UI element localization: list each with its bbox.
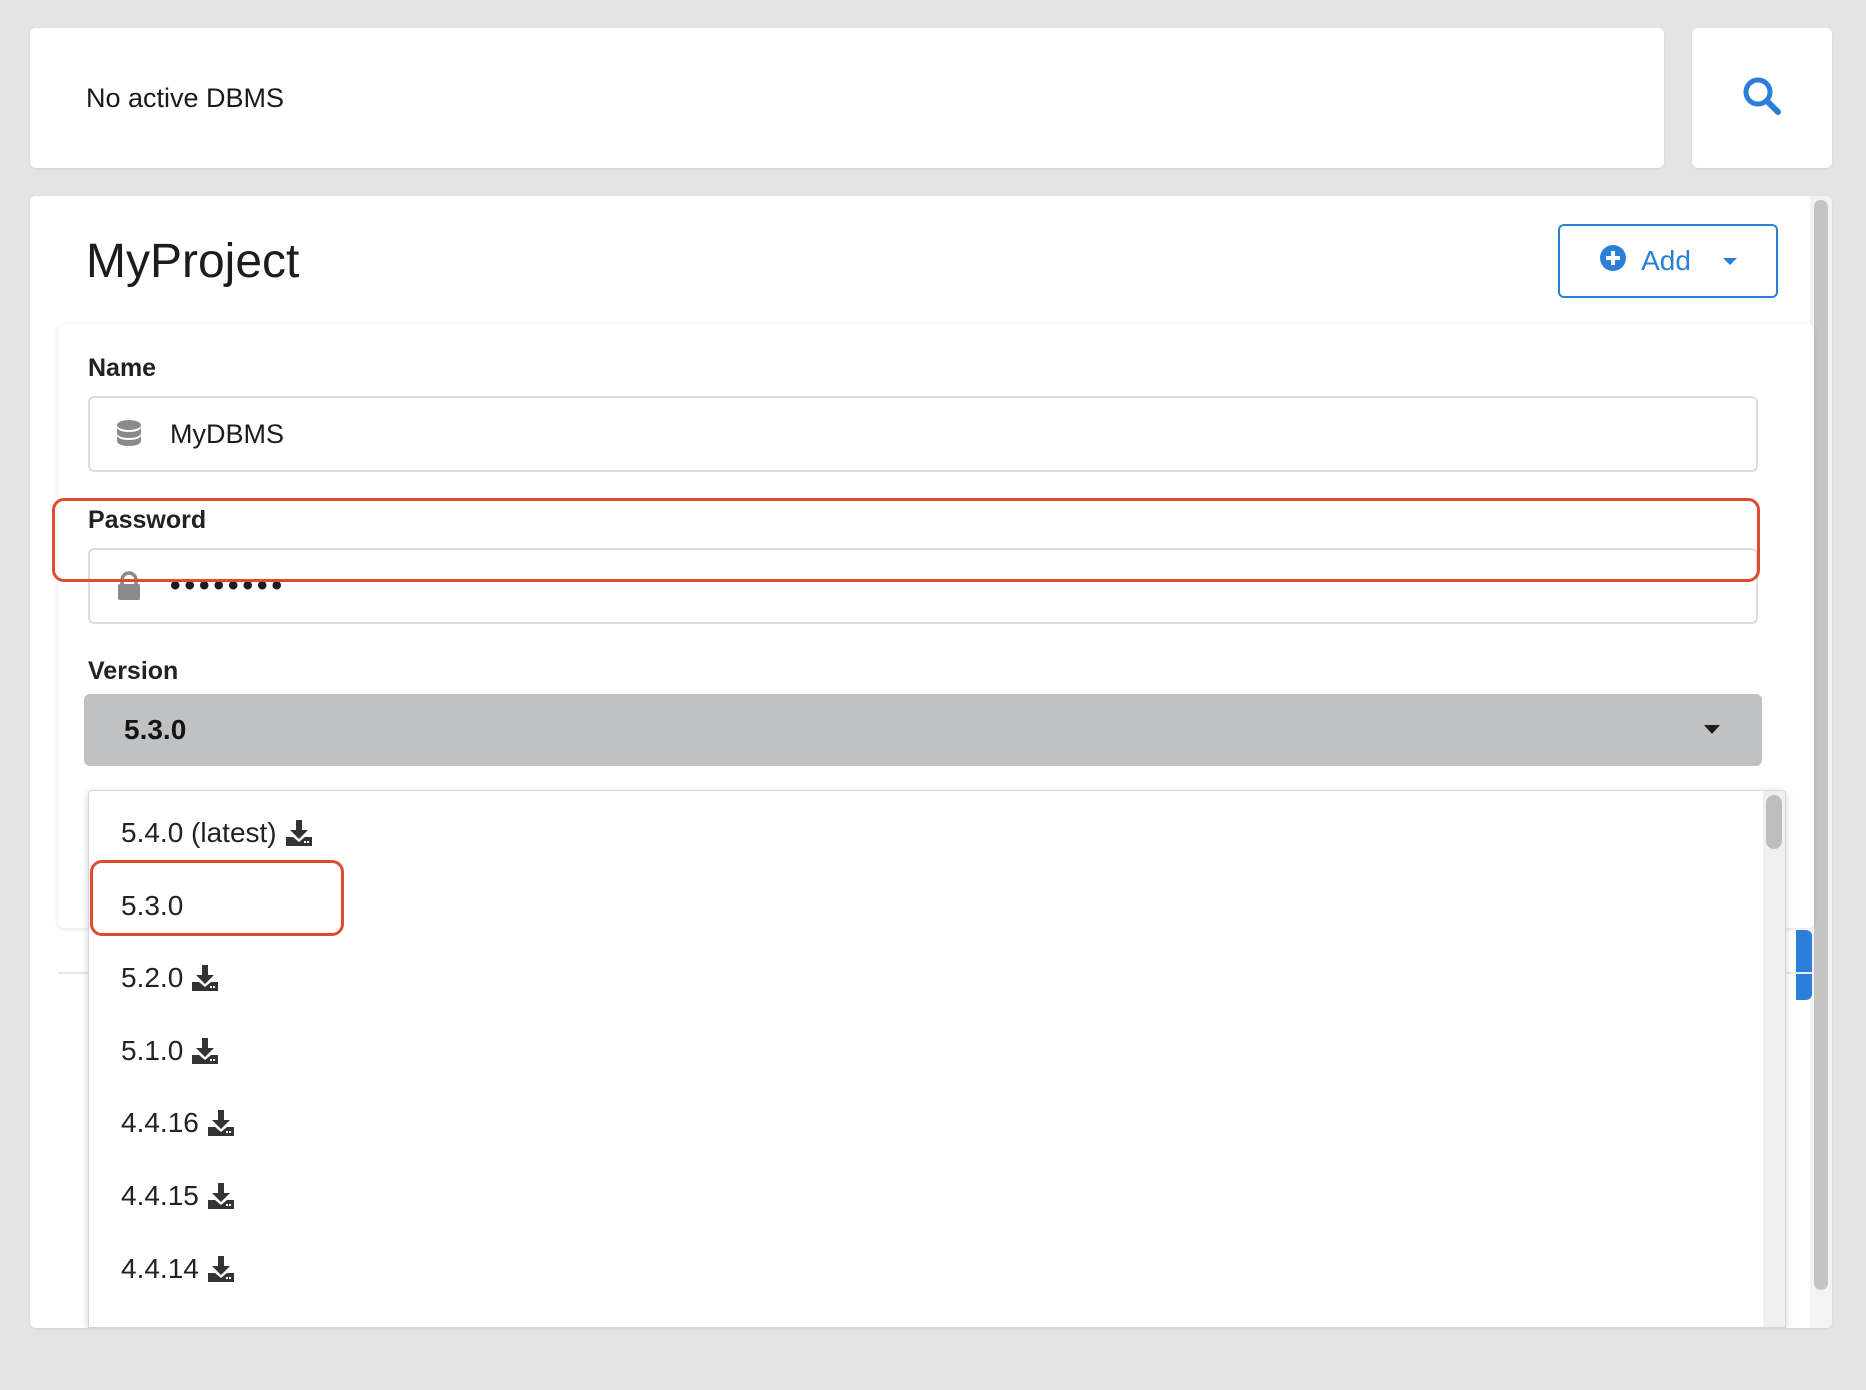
version-option[interactable]: 5.3.0 <box>89 870 1765 942</box>
download-icon <box>207 1255 235 1282</box>
version-option[interactable]: 5.2.0 <box>89 942 1765 1014</box>
download-icon <box>285 820 313 846</box>
version-option[interactable]: 5.4.0 (latest) <box>89 797 1765 869</box>
version-dropdown-list: 5.4.0 (latest) 5.3.0 5.2.0 5.1.0 4.4.16 4.4.1… <box>88 790 1786 1328</box>
add-button-label: Add <box>1641 245 1691 276</box>
version-option-label: 4.4.15 <box>121 1180 199 1211</box>
version-option[interactable]: 4.4.16 <box>89 1087 1765 1159</box>
dropdown-scrollbar-track[interactable] <box>1763 791 1785 1327</box>
search-icon <box>1740 74 1784 123</box>
project-title: MyProject <box>86 235 300 288</box>
version-option-label: 5.1.0 <box>121 1034 184 1066</box>
dropdown-scrollbar-thumb[interactable] <box>1766 795 1782 849</box>
version-option-label: 5.2.0 <box>121 962 184 994</box>
version-select[interactable]: 5.3.0 <box>84 694 1762 766</box>
search-button[interactable] <box>1692 28 1832 168</box>
download-icon <box>207 1183 235 1209</box>
name-field[interactable]: MyDBMS <box>88 396 1758 472</box>
active-dbms-status: No active DBMS <box>86 82 285 113</box>
version-option-label: 4.4.14 <box>121 1252 199 1284</box>
plus-circle-icon <box>1599 244 1627 279</box>
version-option-label: 5.4.0 (latest) <box>121 817 277 848</box>
password-label: Password <box>88 506 207 534</box>
version-label: Version <box>88 657 179 685</box>
page-scrollbar-thumb[interactable] <box>1814 200 1828 1290</box>
password-value: •••••••• <box>170 569 287 602</box>
name-value: MyDBMS <box>170 418 284 449</box>
name-label: Name <box>88 354 157 382</box>
version-selected-value: 5.3.0 <box>124 714 187 745</box>
project-panel: MyProject Add Name MyDBMS Password •••••… <box>30 196 1832 1328</box>
version-option-label: 5.3.0 <box>121 889 184 921</box>
status-bar: No active DBMS <box>30 28 1664 168</box>
lock-icon <box>114 571 144 601</box>
version-option[interactable]: 5.1.0 <box>89 1015 1765 1087</box>
caret-down-icon <box>1704 725 1720 734</box>
create-button-edge[interactable] <box>1796 930 1812 1000</box>
download-icon <box>191 965 219 992</box>
version-option-label: 4.4.16 <box>121 1107 199 1139</box>
chevron-down-icon <box>1722 257 1737 265</box>
add-button[interactable]: Add <box>1558 224 1778 298</box>
database-icon <box>114 419 144 449</box>
password-field[interactable]: •••••••• <box>88 548 1758 624</box>
version-option[interactable]: 4.4.14 <box>89 1233 1765 1305</box>
download-icon <box>191 1037 219 1064</box>
download-icon <box>207 1110 235 1137</box>
version-option[interactable]: 4.4.15 <box>89 1160 1765 1232</box>
